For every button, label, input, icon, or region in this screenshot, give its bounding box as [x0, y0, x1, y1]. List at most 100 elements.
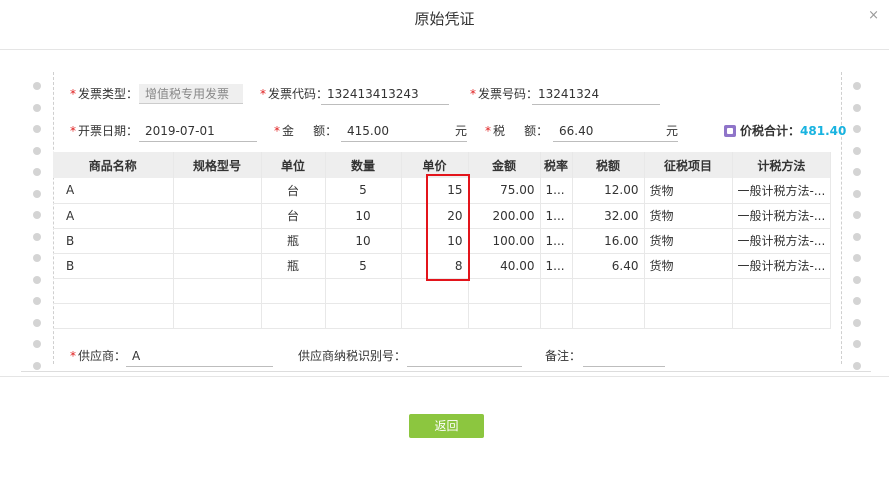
- column-header: 计税方法: [732, 152, 832, 178]
- table-cell: [644, 278, 733, 304]
- table-row[interactable]: B 瓶 10 10 100.00 1... 16.00 货物 一般计税方法-...: [53, 228, 832, 254]
- supplier-taxid-field[interactable]: [407, 345, 522, 367]
- column-header: 税率: [540, 152, 573, 178]
- table-cell: [644, 303, 733, 329]
- dialog-header: 原始凭证 ×: [0, 0, 889, 50]
- close-icon[interactable]: ×: [868, 8, 879, 23]
- table-cell: 5: [325, 178, 402, 204]
- perforation-hole: [33, 189, 41, 198]
- invoice-date-label: * 开票日期：: [70, 124, 139, 138]
- perforation-hole: [853, 146, 861, 155]
- tax-field[interactable]: 66.40 元: [553, 120, 678, 142]
- remark-field[interactable]: [583, 345, 665, 367]
- invoice-type-field: 增值税专用发票: [139, 84, 243, 104]
- perforation-hole: [33, 361, 41, 370]
- amount-label: * 金 额：: [274, 124, 338, 138]
- table-cell: 一般计税方法-...: [732, 178, 832, 204]
- table-cell: [261, 303, 326, 329]
- column-header: 单价: [401, 152, 469, 178]
- voucher-dialog: 原始凭证 × * 发票类型： 增值税专用发票 * 发票代码： 13241341324…: [0, 0, 889, 480]
- table-cell: [261, 278, 326, 304]
- column-header: 单位: [261, 152, 326, 178]
- right-perforation-line: [841, 72, 842, 364]
- table-cell: B: [53, 253, 174, 279]
- table-cell: 1...: [540, 228, 573, 254]
- table-cell: 1...: [540, 253, 573, 279]
- perforation-hole: [853, 103, 861, 112]
- amount-value: 415.00: [347, 124, 389, 138]
- perforation-hole: [853, 340, 861, 348]
- table-cell: 货物: [644, 178, 733, 204]
- invoice-code-field[interactable]: 132413413243: [321, 83, 449, 105]
- perforation-hole: [33, 146, 41, 155]
- perforation-hole: [853, 125, 861, 133]
- supplier-label: * 供应商：: [70, 349, 127, 363]
- invoice-number-field[interactable]: 13241324: [532, 83, 660, 105]
- perforation-hole: [853, 361, 861, 370]
- tax-value: 66.40: [559, 124, 594, 138]
- table-cell: 15: [401, 178, 469, 204]
- perforation-hole: [33, 340, 41, 348]
- table-header-row: 商品名称 规格型号 单位 数量 单价 金额 税率 税额 征税项目 计税方法: [53, 152, 832, 178]
- dialog-title: 原始凭证: [414, 10, 475, 28]
- invoice-type-label: * 发票类型：: [70, 87, 139, 101]
- total-display: 价税合计：481.40: [724, 120, 846, 142]
- table-row[interactable]: [53, 303, 832, 329]
- column-header: 税额: [572, 152, 645, 178]
- table-cell: 6.40: [572, 253, 645, 279]
- table-cell: [401, 278, 469, 304]
- table-cell: [173, 278, 262, 304]
- table-cell: [173, 178, 262, 204]
- table-row[interactable]: A 台 10 20 200.00 1... 32.00 货物 一般计税方法-...: [53, 203, 832, 229]
- table-cell: [540, 278, 573, 304]
- perforation-hole: [853, 189, 861, 198]
- table-row[interactable]: A 台 5 15 75.00 1... 12.00 货物 一般计税方法-...: [53, 178, 832, 204]
- table-cell: 20: [401, 203, 469, 229]
- supplier-field[interactable]: A: [126, 345, 273, 367]
- table-cell: 货物: [644, 228, 733, 254]
- table-cell: [53, 278, 174, 304]
- table-row[interactable]: [53, 278, 832, 304]
- table-cell: 40.00: [468, 253, 541, 279]
- perforation-hole: [33, 211, 41, 219]
- table-cell: [468, 303, 541, 329]
- table-cell: 10: [401, 228, 469, 254]
- table-cell: [53, 303, 174, 329]
- table-cell: [325, 303, 402, 329]
- right-perforation: [849, 72, 865, 372]
- invoice-number-label: * 发票号码：: [470, 87, 539, 101]
- footer-divider: [0, 376, 889, 377]
- perforation-hole: [853, 318, 861, 327]
- table-cell: 一般计税方法-...: [732, 253, 832, 279]
- table-cell: 200.00: [468, 203, 541, 229]
- table-body: A 台 5 15 75.00 1... 12.00 货物 一般计税方法-... A 台 10 20 200…: [53, 178, 832, 329]
- table-cell: [401, 303, 469, 329]
- table-cell: [572, 303, 645, 329]
- table-cell: [732, 303, 832, 329]
- table-cell: 一般计税方法-...: [732, 203, 832, 229]
- table-cell: [173, 303, 262, 329]
- return-button[interactable]: 返回: [409, 414, 484, 438]
- table-row[interactable]: B 瓶 5 8 40.00 1... 6.40 货物 一般计税方法-...: [53, 253, 832, 279]
- table-cell: 100.00: [468, 228, 541, 254]
- amount-field[interactable]: 415.00 元: [341, 120, 467, 142]
- table-cell: 10: [325, 203, 402, 229]
- table-cell: 一般计税方法-...: [732, 228, 832, 254]
- table-cell: 货物: [644, 253, 733, 279]
- supplier-taxid-label: 供应商纳税识别号：: [298, 349, 407, 363]
- perforation-hole: [853, 82, 861, 90]
- table-cell: A: [53, 203, 174, 229]
- perforation-hole: [33, 275, 41, 284]
- table-cell: 台: [261, 178, 326, 204]
- left-perforation: [29, 72, 45, 372]
- column-header: 商品名称: [53, 152, 174, 178]
- tax-label: * 税 额：: [485, 124, 549, 138]
- table-cell: [540, 303, 573, 329]
- table-cell: 10: [325, 228, 402, 254]
- total-label: 价税合计：: [740, 124, 801, 138]
- perforation-hole: [33, 254, 41, 262]
- column-header: 数量: [325, 152, 402, 178]
- table-cell: 8: [401, 253, 469, 279]
- total-value: 481.40: [800, 124, 847, 138]
- invoice-date-field[interactable]: 2019-07-01: [139, 120, 257, 142]
